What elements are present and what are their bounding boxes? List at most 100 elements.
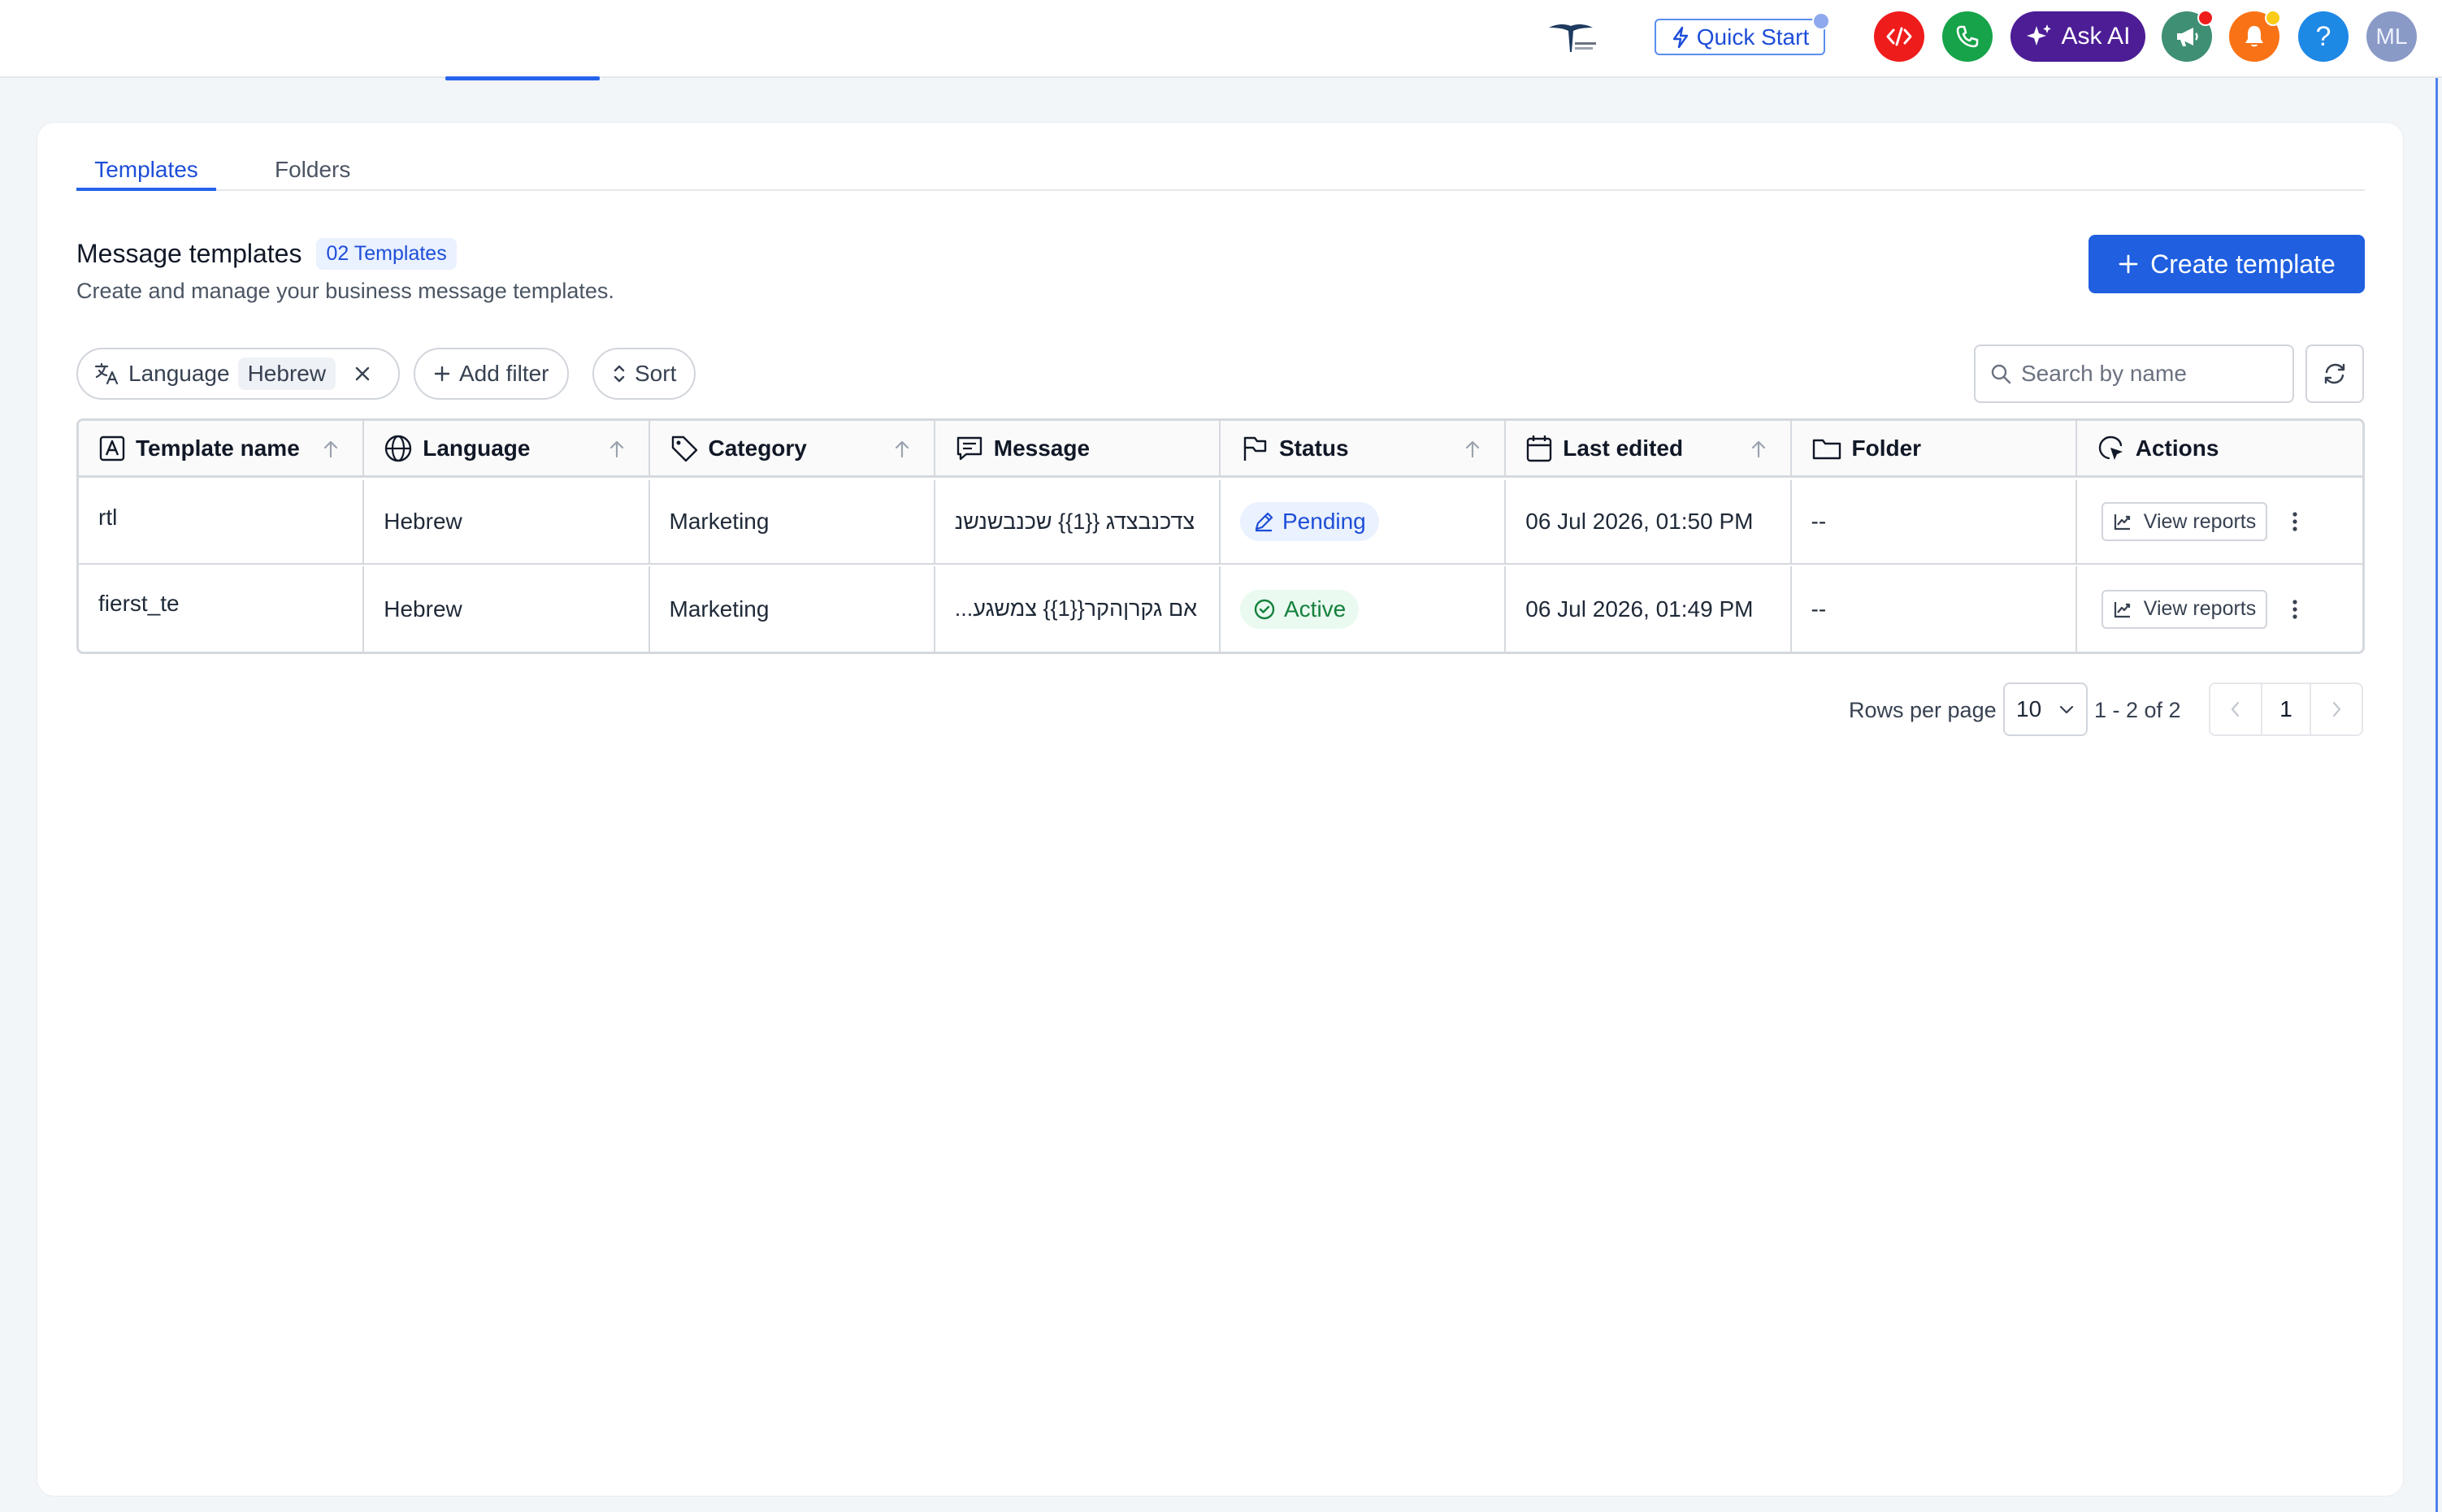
sort-button[interactable]: Sort xyxy=(592,348,696,400)
plus-icon xyxy=(2119,254,2138,274)
developer-code-button[interactable] xyxy=(1874,11,1924,62)
close-icon[interactable] xyxy=(354,365,371,383)
language-filter-chip[interactable]: Language Hebrew xyxy=(76,348,400,400)
status-badge: Active xyxy=(1240,589,1360,629)
page-subtitle: Create and manage your business message … xyxy=(76,279,614,303)
sort-arrow-up-icon[interactable] xyxy=(1464,439,1481,460)
refresh-icon xyxy=(2324,363,2345,384)
notifications-button[interactable] xyxy=(2229,10,2281,62)
globe-icon xyxy=(385,435,412,461)
cell-category: Marketing xyxy=(650,480,935,563)
cell-template-name: fierst_te xyxy=(79,566,365,652)
templates-card: Templates Folders Message templates 02 T… xyxy=(37,122,2404,1497)
page-title: Message templates xyxy=(76,239,302,268)
chevron-left-icon xyxy=(2231,701,2240,717)
cell-language: Hebrew xyxy=(364,480,650,563)
cell-category: Marketing xyxy=(650,566,935,652)
next-page-button[interactable] xyxy=(2311,684,2362,734)
user-avatar[interactable]: ML xyxy=(2366,11,2417,62)
chart-line-icon xyxy=(2114,514,2130,531)
previous-page-button[interactable] xyxy=(2210,684,2261,734)
table-row[interactable]: rtl Hebrew Marketing צדכנבצדג {{1}} שכנב… xyxy=(79,480,2362,565)
phone-button[interactable] xyxy=(1942,11,1993,62)
cell-message: צדכנבצדג {{1}} שכנבשנשנ xyxy=(935,480,1221,563)
plus-icon xyxy=(434,366,450,382)
sort-arrow-up-icon[interactable] xyxy=(893,439,911,460)
search-input[interactable] xyxy=(2021,361,2281,387)
more-options-icon[interactable] xyxy=(2292,511,2298,532)
cell-last-edited: 06 Jul 2026, 01:49 PM xyxy=(1506,566,1792,652)
phone-icon xyxy=(1956,25,1979,48)
cell-last-edited: 06 Jul 2026, 01:50 PM xyxy=(1506,480,1792,563)
text-box-icon xyxy=(99,435,125,461)
column-header-language[interactable]: Language xyxy=(364,421,650,475)
column-header-status[interactable]: Status xyxy=(1221,421,1507,475)
sparkle-icon xyxy=(2027,24,2052,45)
sort-arrow-up-icon[interactable] xyxy=(1750,439,1768,460)
megaphone-icon xyxy=(2177,28,2198,46)
add-filter-button[interactable]: Add filter xyxy=(414,348,569,400)
active-nav-indicator xyxy=(445,76,600,80)
cell-status: Pending xyxy=(1221,480,1507,563)
calendar-icon xyxy=(1527,435,1552,461)
pagination-controls: 1 xyxy=(2209,682,2363,736)
pencil-icon xyxy=(1255,512,1273,532)
view-reports-button[interactable]: View reports xyxy=(2101,502,2268,541)
avatar-initials: ML xyxy=(2375,24,2408,49)
message-preview: צדכנבצדג {{1}} שכנבשנשנ xyxy=(954,509,1195,534)
view-reports-button[interactable]: View reports xyxy=(2101,589,2268,629)
top-bar: Quick Start Ask AI ? ML xyxy=(0,0,2442,78)
current-page-button[interactable]: 1 xyxy=(2261,684,2311,734)
cell-folder: -- xyxy=(1792,566,2077,652)
create-template-label: Create template xyxy=(2150,249,2336,279)
chart-line-icon xyxy=(2114,601,2130,617)
templates-table: Template name Language Category Message … xyxy=(76,418,2365,654)
help-button[interactable]: ? xyxy=(2298,11,2349,62)
sort-arrow-up-icon[interactable] xyxy=(322,439,340,460)
column-header-actions: Actions xyxy=(2077,421,2362,475)
announcements-button[interactable] xyxy=(2162,10,2214,62)
column-header-template-name[interactable]: Template name xyxy=(79,421,365,475)
create-template-button[interactable]: Create template xyxy=(2088,235,2365,293)
template-count-badge: 02 Templates xyxy=(316,238,457,270)
cell-template-name: rtl xyxy=(79,480,365,563)
rows-per-page-label: Rows per page xyxy=(1849,698,1997,722)
cursor-click-icon xyxy=(2098,435,2123,460)
notification-dot xyxy=(2197,10,2214,26)
tab-templates[interactable]: Templates xyxy=(76,147,216,191)
table-header-row: Template name Language Category Message … xyxy=(79,421,2362,478)
search-icon xyxy=(1991,364,2011,384)
help-label: ? xyxy=(2315,20,2331,52)
more-options-icon[interactable] xyxy=(2292,599,2298,620)
cell-actions: View reports xyxy=(2077,480,2362,563)
lightning-icon xyxy=(1672,26,1688,48)
add-filter-label: Add filter xyxy=(459,361,549,386)
chevron-right-icon xyxy=(2332,701,2341,717)
code-icon xyxy=(1886,27,1912,46)
tag-icon xyxy=(671,435,697,461)
ask-ai-button[interactable]: Ask AI xyxy=(2010,11,2145,62)
cell-language: Hebrew xyxy=(364,566,650,652)
sort-icon xyxy=(614,365,625,383)
status-badge: Pending xyxy=(1240,502,1379,541)
ask-ai-label: Ask AI xyxy=(2061,23,2131,50)
tab-folders[interactable]: Folders xyxy=(275,147,350,191)
notification-dot xyxy=(1812,12,1830,30)
column-header-folder: Folder xyxy=(1792,421,2077,475)
scroll-edge-indicator xyxy=(2435,78,2438,1512)
quick-start-button[interactable]: Quick Start xyxy=(1655,12,1830,55)
cell-status: Active xyxy=(1221,566,1507,652)
cell-message: ...אם גקרןהקר{{1}} צמשגע xyxy=(935,566,1221,652)
message-preview: ...אם גקרןהקר{{1}} צמשגע xyxy=(954,596,1198,621)
rows-per-page-select[interactable]: 10 xyxy=(2003,682,2088,736)
refresh-button[interactable] xyxy=(2305,344,2364,403)
language-filter-value: Hebrew xyxy=(237,357,336,390)
sort-arrow-up-icon[interactable] xyxy=(608,439,626,460)
column-header-category[interactable]: Category xyxy=(650,421,935,475)
column-header-last-edited[interactable]: Last edited xyxy=(1506,421,1792,475)
title-row: Message templates 02 Templates xyxy=(76,238,457,270)
check-circle-icon xyxy=(1254,599,1275,619)
cell-folder: -- xyxy=(1792,480,2077,563)
notification-dot xyxy=(2265,10,2281,26)
table-row[interactable]: fierst_te Hebrew Marketing ...אם גקרןהקר… xyxy=(79,566,2362,652)
